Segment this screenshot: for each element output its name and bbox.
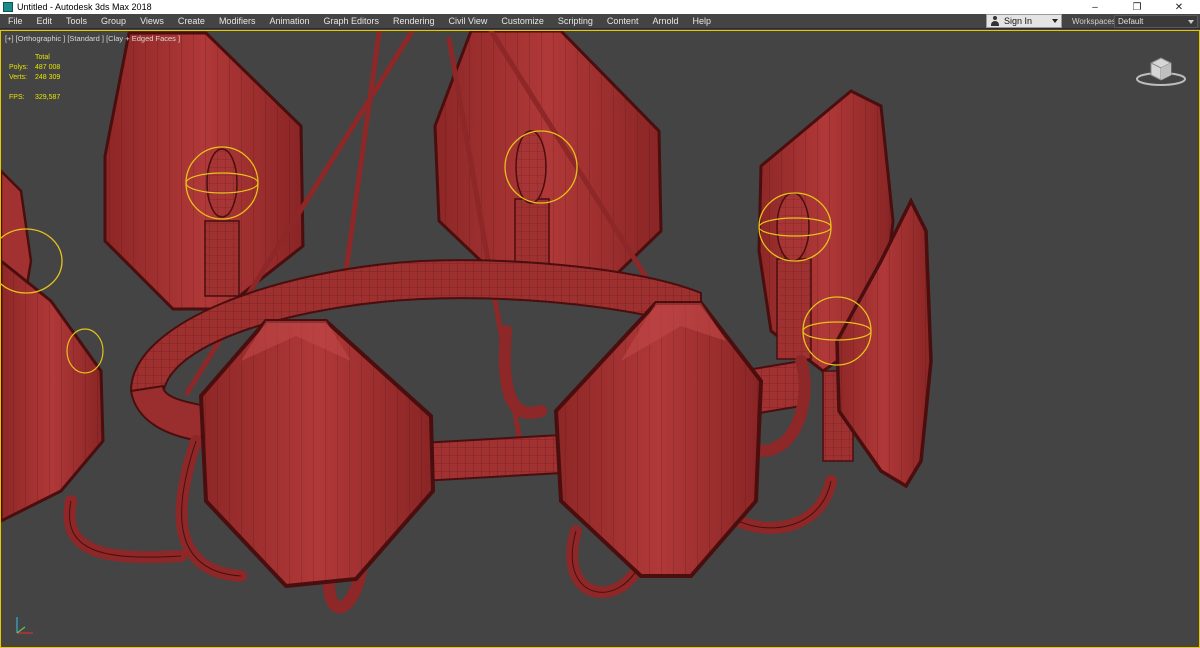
app-icon[interactable]: [3, 2, 13, 12]
menu-content[interactable]: Content: [600, 14, 646, 28]
shade-left-edge[interactable]: [1, 169, 105, 523]
minimize-button[interactable]: –: [1074, 0, 1116, 14]
menu-file[interactable]: File: [0, 14, 30, 28]
window-controls: – ❐ ✕: [1074, 0, 1200, 14]
viewcube-icon[interactable]: [1133, 49, 1189, 89]
title-bar: Untitled - Autodesk 3ds Max 2018 – ❐ ✕: [0, 0, 1200, 14]
menu-customize[interactable]: Customize: [494, 14, 551, 28]
workspaces-select[interactable]: Default: [1114, 15, 1198, 28]
user-icon: [990, 16, 1000, 26]
menu-create[interactable]: Create: [171, 14, 212, 28]
restore-button[interactable]: ❐: [1116, 0, 1158, 14]
chevron-down-icon: [1052, 19, 1058, 23]
scene-statistics: Total Polys: 487 008 Verts: 248 309 FPS: 32…: [9, 53, 60, 103]
menu-civil-view[interactable]: Civil View: [442, 14, 495, 28]
menu-graph-editors[interactable]: Graph Editors: [316, 14, 386, 28]
menu-scripting[interactable]: Scripting: [551, 14, 600, 28]
close-button[interactable]: ✕: [1158, 0, 1200, 14]
verts-value: 248 309: [35, 74, 61, 81]
sign-in-dropdown[interactable]: Sign In: [986, 14, 1062, 28]
shade-front-right[interactable]: [553, 301, 764, 578]
axis-tripod-icon: [16, 617, 33, 634]
polys-value: 487 008: [35, 64, 61, 71]
shade-back-left[interactable]: [103, 31, 305, 311]
window-title: Untitled - Autodesk 3ds Max 2018: [17, 2, 152, 12]
menu-rendering[interactable]: Rendering: [386, 14, 442, 28]
menu-help[interactable]: Help: [685, 14, 718, 28]
verts-label: Verts:: [9, 74, 27, 81]
stats-header: Total: [35, 54, 50, 61]
viewport-label[interactable]: [+] [Orthographic ] [Standard ] [Clay + …: [5, 34, 180, 43]
chandelier-model[interactable]: [1, 31, 1200, 648]
menu-tools[interactable]: Tools: [59, 14, 94, 28]
fps-label: FPS:: [9, 94, 25, 101]
fps-value: 329,587: [35, 94, 61, 101]
shade-front-left[interactable]: [198, 319, 436, 589]
menu-modifiers[interactable]: Modifiers: [212, 14, 263, 28]
polys-label: Polys:: [9, 64, 29, 71]
menu-edit[interactable]: Edit: [30, 14, 60, 28]
menu-views[interactable]: Views: [133, 14, 171, 28]
workspaces-label: Workspaces:: [1072, 17, 1119, 26]
sign-in-label: Sign In: [1004, 16, 1033, 26]
chevron-down-icon: [1188, 20, 1194, 24]
menu-arnold[interactable]: Arnold: [645, 14, 685, 28]
perspective-viewport[interactable]: [+] [Orthographic ] [Standard ] [Clay + …: [0, 30, 1200, 648]
workspaces-value: Default: [1118, 17, 1144, 26]
menu-group[interactable]: Group: [94, 14, 133, 28]
menu-animation[interactable]: Animation: [262, 14, 316, 28]
